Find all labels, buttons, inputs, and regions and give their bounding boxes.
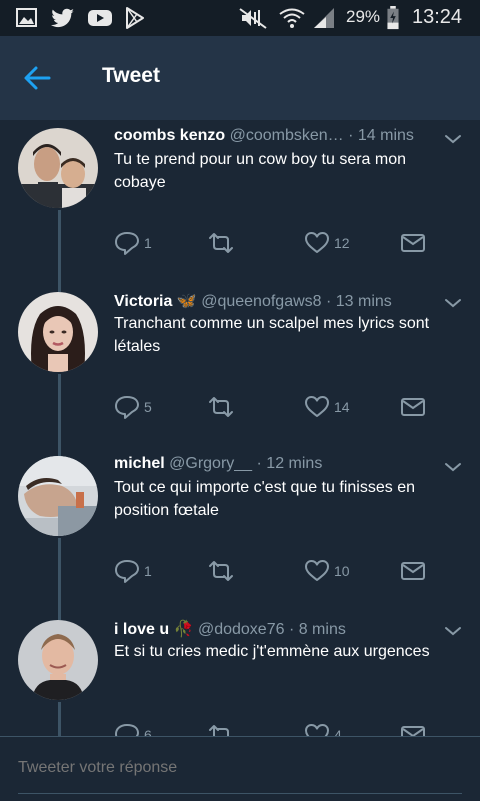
tweet-actions: 1 12 [114, 230, 454, 256]
heart-icon [305, 560, 329, 581]
battery-percent: 29% [346, 7, 381, 26]
page-title: Tweet [102, 64, 160, 87]
thread-line [58, 448, 61, 456]
avatar[interactable] [18, 456, 98, 536]
thread-line [58, 702, 61, 736]
heart-icon [305, 232, 329, 253]
reply-count: 5 [144, 399, 152, 415]
tweet-item[interactable]: i love u 🥀 @dodoxe76 · 8 mins Et si tu c… [0, 612, 480, 736]
reply-icon [115, 232, 139, 255]
retweet-icon [209, 397, 233, 417]
back-arrow-icon[interactable] [22, 64, 52, 92]
reply-composer [0, 736, 480, 801]
reply-icon [115, 396, 139, 419]
avatar[interactable] [18, 128, 98, 208]
tweet-header: i love u 🥀 @dodoxe76 · 8 mins [114, 619, 434, 639]
author-handle[interactable]: @dodoxe76 [198, 621, 285, 638]
tweet-actions: 5 14 [114, 394, 454, 420]
input-underline [18, 793, 462, 794]
chevron-down-icon[interactable] [444, 297, 462, 309]
mute-icon [239, 8, 267, 29]
chevron-down-icon[interactable] [444, 625, 462, 637]
author-name[interactable]: i love u 🥀 [114, 621, 194, 638]
retweet-icon [209, 561, 233, 581]
timestamp: · 8 mins [288, 621, 346, 638]
wifi-icon [279, 8, 305, 28]
reply-icon [115, 724, 139, 736]
tweet-actions: 1 10 [114, 558, 454, 584]
reply-icon [115, 560, 139, 583]
timestamp: · 12 mins [256, 455, 323, 472]
like-count: 4 [334, 727, 342, 736]
reply-input[interactable] [18, 759, 458, 777]
author-name[interactable]: michel [114, 455, 165, 472]
heart-icon [305, 724, 329, 736]
clock: 13:24 [412, 6, 463, 28]
tweet-item[interactable]: michel @Grgory__ · 12 mins Tout ce qui i… [0, 448, 480, 612]
chevron-down-icon[interactable] [444, 133, 462, 145]
tweet-item[interactable]: Victoria 🦋 @queenofgaws8 · 13 mins Tranc… [0, 284, 480, 448]
reply-count: 1 [144, 235, 152, 251]
thread-line [58, 284, 61, 292]
battery-icon [387, 6, 399, 30]
youtube-icon [88, 10, 112, 26]
like-count: 12 [334, 235, 350, 251]
tweet-text: Et si tu cries medic j't'emmène aux urge… [114, 643, 430, 660]
envelope-icon [401, 398, 425, 416]
chevron-down-icon[interactable] [444, 461, 462, 473]
envelope-icon [401, 726, 425, 736]
replies-feed[interactable]: coombs kenzo @coombsken… · 14 mins Tu te… [0, 120, 480, 736]
author-name[interactable]: Victoria 🦋 [114, 293, 197, 310]
timestamp: · 14 mins [348, 127, 414, 144]
status-bar: 29% 13:24 [0, 0, 480, 36]
signal-icon [314, 8, 334, 28]
author-handle[interactable]: @queenofgaws8 [201, 293, 321, 310]
heart-icon [305, 396, 329, 417]
avatar[interactable] [18, 620, 98, 700]
envelope-icon [401, 562, 425, 580]
author-name[interactable]: coombs kenzo [114, 127, 225, 144]
tweet-text: Tu te prend pour un cow boy tu sera mon … [114, 151, 407, 191]
like-count: 14 [334, 399, 350, 415]
play-store-icon [126, 7, 144, 29]
author-handle[interactable]: @Grgory__ [169, 455, 252, 472]
tweet-text: Tranchant comme un scalpel mes lyrics so… [114, 315, 430, 355]
avatar[interactable] [18, 292, 98, 372]
thread-line [58, 612, 61, 620]
timestamp: · 13 mins [326, 293, 392, 310]
author-handle[interactable]: @coombsken… [230, 127, 344, 144]
gallery-icon [16, 8, 37, 27]
twitter-icon [51, 8, 74, 28]
retweet-icon [209, 233, 233, 253]
envelope-icon [401, 234, 425, 252]
tweet-text: Tout ce qui importe c'est que tu finisse… [114, 479, 415, 519]
tweet-header: Victoria 🦋 @queenofgaws8 · 13 mins [114, 291, 434, 311]
reply-count: 1 [144, 563, 152, 579]
thread-line [58, 210, 61, 284]
tweet-header: michel @Grgory__ · 12 mins [114, 455, 434, 473]
reply-count: 6 [144, 727, 152, 736]
thread-line [58, 538, 61, 612]
like-count: 10 [334, 563, 350, 579]
retweet-icon [209, 725, 229, 736]
thread-line [58, 374, 61, 448]
tweet-actions: 6 4 [114, 722, 454, 736]
tweet-header: coombs kenzo @coombsken… · 14 mins [114, 127, 434, 145]
app-bar: Tweet [0, 36, 480, 120]
tweet-item[interactable]: coombs kenzo @coombsken… · 14 mins Tu te… [0, 120, 480, 284]
